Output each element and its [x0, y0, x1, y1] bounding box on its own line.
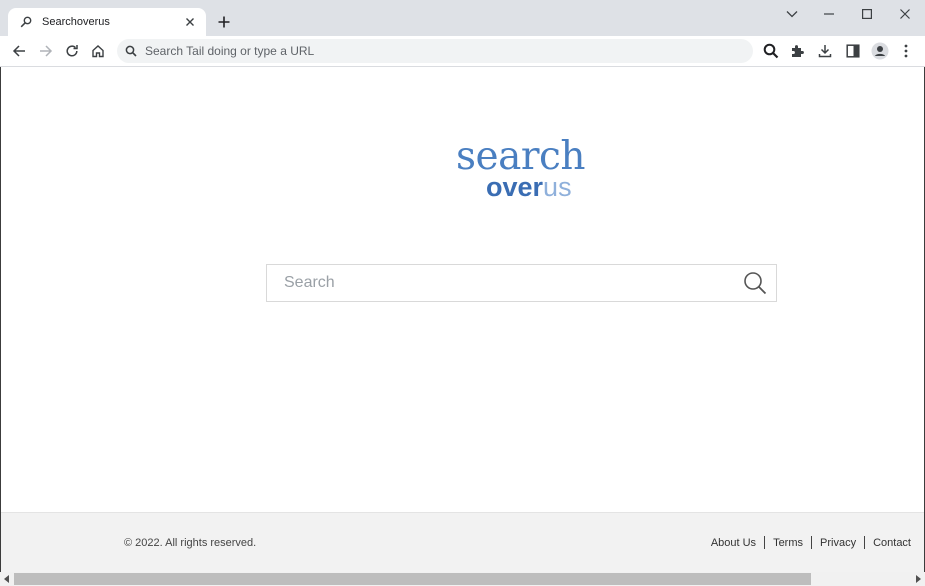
search-input[interactable]: [267, 273, 738, 293]
forward-button[interactable]: [35, 40, 57, 62]
extensions-button[interactable]: [786, 40, 808, 62]
logo-text-bold: over: [486, 172, 544, 202]
chevron-down-icon: [786, 11, 798, 18]
plus-icon: [218, 16, 230, 28]
browser-tab[interactable]: Searchoverus: [8, 8, 206, 36]
arrow-left-icon: [12, 45, 25, 57]
menu-button[interactable]: [895, 40, 917, 62]
reload-icon: [66, 45, 78, 57]
footer-link-about[interactable]: About Us: [703, 537, 764, 549]
browser-toolbar: Search Tail doing or type a URL: [0, 36, 925, 67]
search-submit-button[interactable]: [738, 266, 772, 300]
maximize-icon: [862, 9, 872, 19]
home-icon: [92, 45, 104, 58]
page-viewport: search overus © 2022. All rights reserve…: [0, 67, 925, 573]
browser-titlebar: Searchoverus: [0, 0, 925, 36]
footer-link-contact[interactable]: Contact: [865, 537, 919, 549]
site-logo[interactable]: search overus: [456, 134, 591, 201]
footer-link-privacy[interactable]: Privacy: [812, 537, 864, 549]
scrollbar-thumb[interactable]: [14, 573, 811, 585]
footer-link-terms[interactable]: Terms: [765, 537, 811, 549]
search-button[interactable]: [760, 40, 782, 62]
copyright-text: © 2022. All rights reserved.: [124, 537, 257, 549]
logo-text-bottom: overus: [486, 173, 572, 201]
footer-links: About Us Terms Privacy Contact: [703, 536, 919, 549]
side-panel-button[interactable]: [842, 40, 864, 62]
tab-title: Searchoverus: [42, 16, 110, 28]
horizontal-scrollbar[interactable]: [0, 572, 925, 586]
maximize-button[interactable]: [848, 0, 886, 28]
close-icon: [900, 9, 910, 19]
tab-search-button[interactable]: [773, 0, 811, 28]
caret-left-icon: [4, 575, 9, 583]
search-icon: [763, 43, 779, 59]
close-icon[interactable]: [182, 14, 198, 30]
new-tab-button[interactable]: [214, 12, 234, 32]
address-bar[interactable]: Search Tail doing or type a URL: [117, 39, 753, 63]
arrow-right-icon: [40, 45, 53, 57]
minimize-button[interactable]: [810, 0, 848, 28]
minimize-icon: [824, 13, 834, 15]
more-vert-icon: [904, 44, 908, 58]
puzzle-icon: [792, 45, 804, 57]
page-footer: © 2022. All rights reserved. About Us Te…: [1, 512, 924, 573]
search-icon: [19, 15, 33, 29]
side-panel-icon: [846, 44, 860, 58]
address-bar-placeholder: Search Tail doing or type a URL: [145, 44, 315, 58]
back-button[interactable]: [8, 40, 30, 62]
avatar-icon: [871, 42, 889, 60]
scroll-right-button[interactable]: [911, 572, 925, 586]
download-icon: [818, 45, 832, 58]
home-button[interactable]: [87, 40, 109, 62]
scroll-left-button[interactable]: [0, 572, 14, 586]
search-box: [266, 264, 777, 302]
downloads-button[interactable]: [814, 40, 836, 62]
caret-right-icon: [916, 575, 921, 583]
close-window-button[interactable]: [886, 0, 924, 28]
search-icon: [744, 272, 767, 295]
logo-text-light: us: [543, 172, 572, 202]
search-icon: [125, 45, 137, 57]
reload-button[interactable]: [61, 40, 83, 62]
profile-button[interactable]: [869, 40, 891, 62]
